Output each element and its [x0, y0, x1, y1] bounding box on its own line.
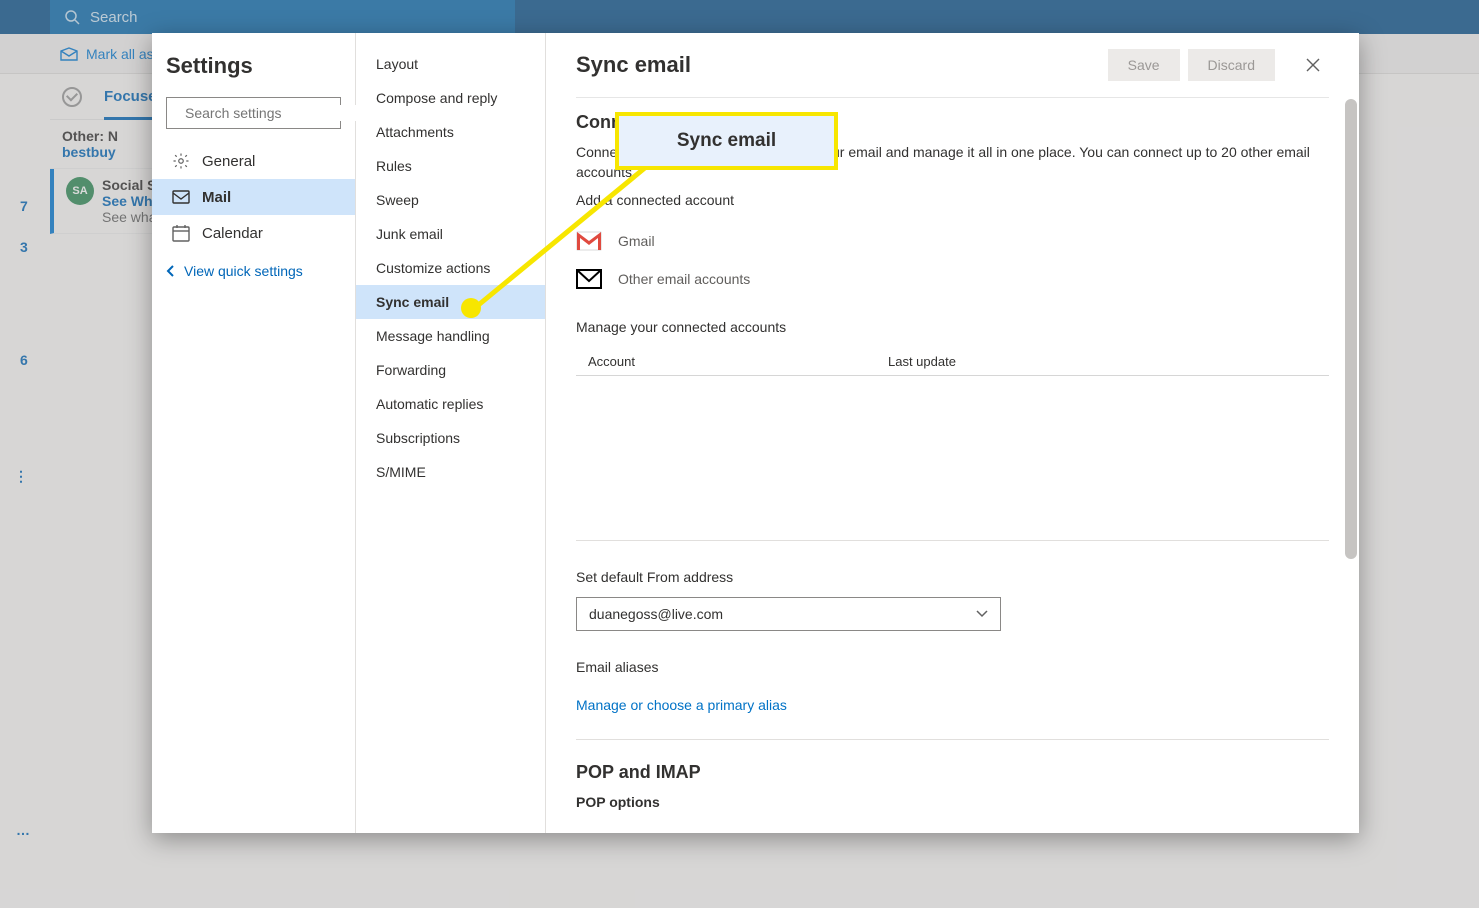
sub-item-layout[interactable]: Layout [356, 47, 545, 81]
add-other-email-button[interactable]: Other email accounts [576, 260, 1329, 298]
sub-item-attachments[interactable]: Attachments [356, 115, 545, 149]
add-gmail-button[interactable]: Gmail [576, 222, 1329, 260]
gmail-label: Gmail [618, 233, 655, 249]
other-email-label: Other email accounts [618, 271, 750, 287]
quick-settings-label: View quick settings [184, 263, 303, 279]
settings-subcategories: LayoutCompose and replyAttachmentsRulesS… [356, 33, 546, 833]
section-divider [576, 540, 1329, 541]
sub-item-sync-email[interactable]: Sync email [356, 285, 545, 319]
category-general[interactable]: General [166, 143, 341, 179]
manage-aliases-link[interactable]: Manage or choose a primary alias [576, 697, 787, 713]
settings-search[interactable] [166, 97, 341, 129]
close-button[interactable] [1297, 49, 1329, 81]
gear-icon [172, 152, 190, 170]
connected-accounts-table-body [576, 376, 1329, 516]
close-icon [1306, 58, 1320, 72]
scrollbar[interactable] [1345, 99, 1357, 559]
discard-button[interactable]: Discard [1188, 49, 1275, 81]
settings-categories: Settings General Mail Calendar View quic… [152, 33, 356, 833]
sub-item-s-mime[interactable]: S/MIME [356, 455, 545, 489]
sub-item-rules[interactable]: Rules [356, 149, 545, 183]
annotation-dot [461, 298, 481, 318]
category-calendar[interactable]: Calendar [166, 215, 341, 251]
manage-connected-label: Manage your connected accounts [576, 318, 1329, 338]
col-last-update: Last update [888, 354, 956, 369]
save-button[interactable]: Save [1108, 49, 1180, 81]
sub-item-automatic-replies[interactable]: Automatic replies [356, 387, 545, 421]
category-label: Mail [202, 189, 231, 206]
category-label: General [202, 153, 255, 170]
connected-accounts-table-header: Account Last update [576, 348, 1329, 376]
annotation-callout: Sync email [615, 112, 838, 170]
sub-item-junk-email[interactable]: Junk email [356, 217, 545, 251]
chevron-left-icon [166, 265, 176, 277]
chevron-down-icon [976, 610, 988, 618]
sub-item-customize-actions[interactable]: Customize actions [356, 251, 545, 285]
category-mail[interactable]: Mail [152, 179, 355, 215]
sub-item-subscriptions[interactable]: Subscriptions [356, 421, 545, 455]
email-aliases-heading: Email aliases [576, 659, 1329, 675]
mail-icon [576, 269, 602, 289]
settings-search-input[interactable] [185, 105, 366, 121]
pane-title: Sync email [576, 52, 691, 78]
sub-item-message-handling[interactable]: Message handling [356, 319, 545, 353]
category-label: Calendar [202, 225, 263, 242]
callout-text: Sync email [677, 130, 776, 152]
add-connected-label: Add a connected account [576, 192, 1329, 208]
sub-item-compose-and-reply[interactable]: Compose and reply [356, 81, 545, 115]
gmail-icon [576, 231, 602, 251]
default-from-value: duanegoss@live.com [589, 606, 723, 622]
col-account: Account [588, 354, 888, 369]
sub-item-forwarding[interactable]: Forwarding [356, 353, 545, 387]
settings-title: Settings [166, 53, 341, 79]
calendar-icon [172, 224, 190, 242]
pop-options-label: POP options [576, 793, 1329, 813]
sub-item-sweep[interactable]: Sweep [356, 183, 545, 217]
view-quick-settings-link[interactable]: View quick settings [166, 263, 341, 279]
pop-imap-heading: POP and IMAP [576, 762, 1329, 783]
default-from-label: Set default From address [576, 569, 1329, 585]
mail-icon [172, 190, 190, 204]
section-divider [576, 739, 1329, 740]
default-from-dropdown[interactable]: duanegoss@live.com [576, 597, 1001, 631]
